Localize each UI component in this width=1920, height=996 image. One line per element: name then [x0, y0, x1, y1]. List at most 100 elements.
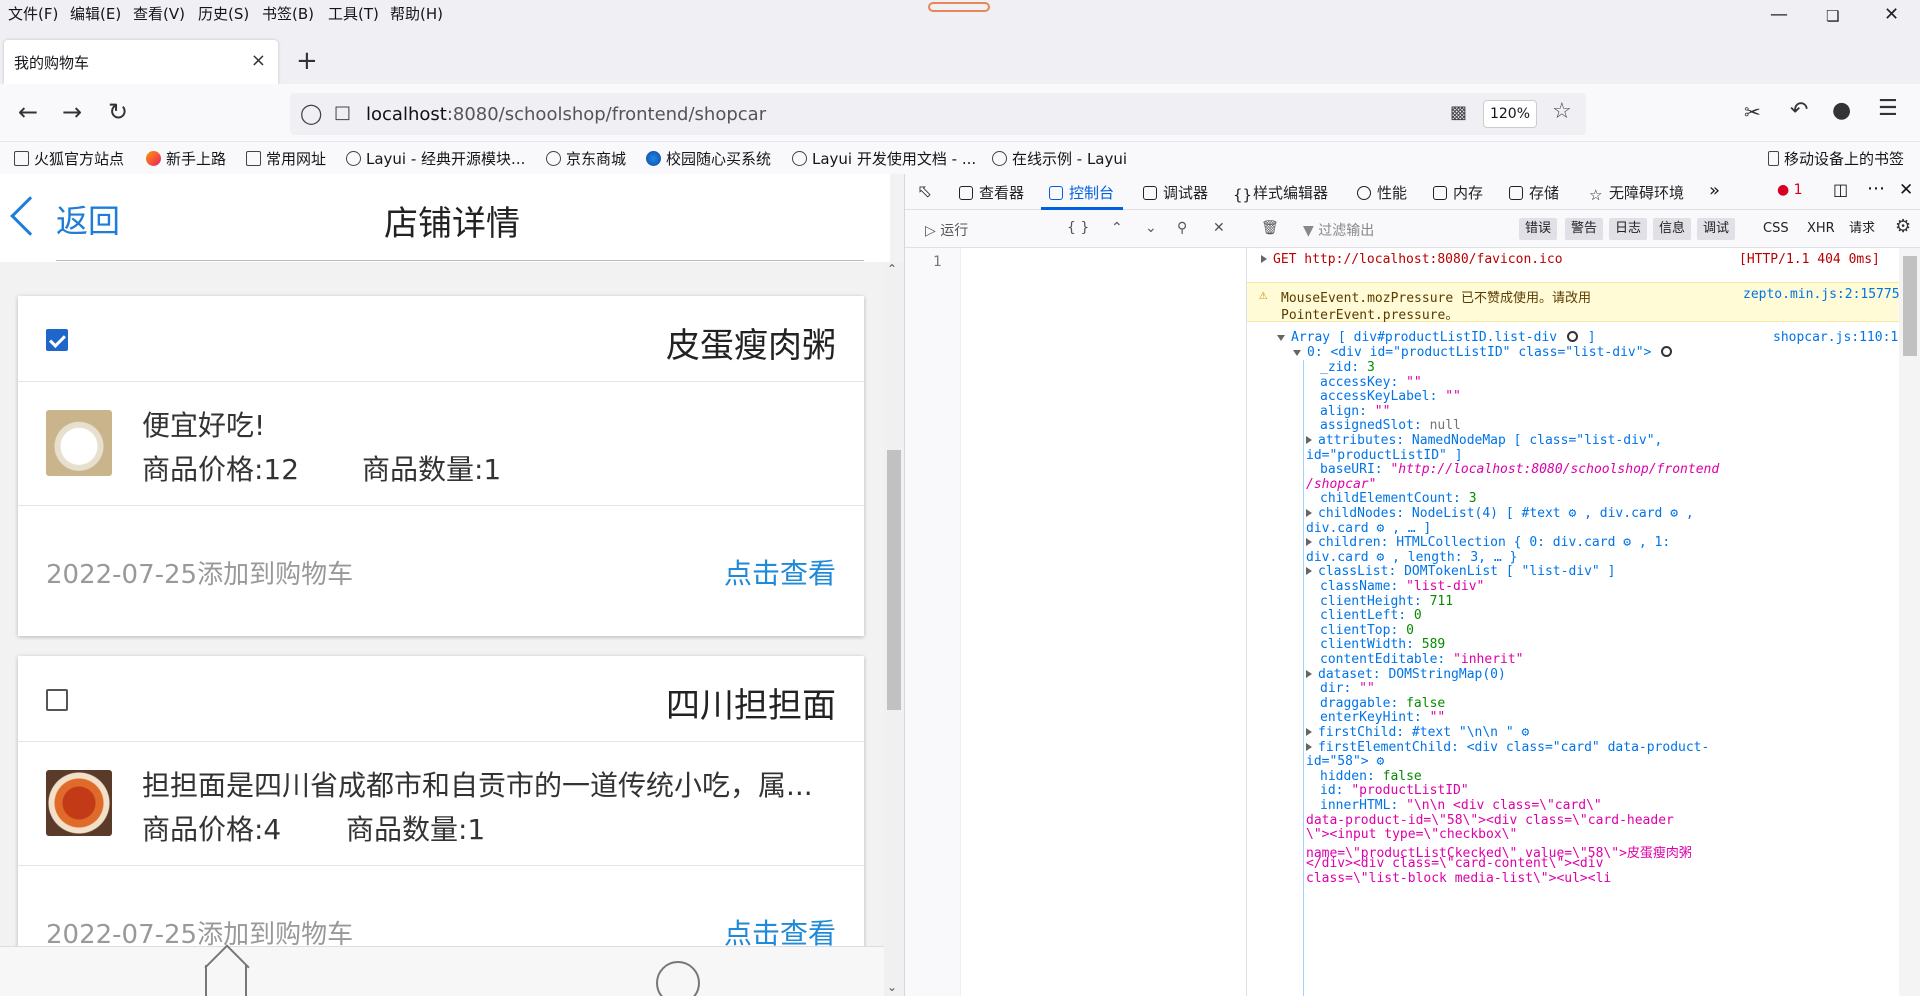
property-line[interactable]: \"><input type=\"checkbox\": [1306, 827, 1517, 842]
undo-icon[interactable]: ↶: [1790, 98, 1808, 123]
property-line[interactable]: enterKeyHint: "": [1320, 710, 1445, 725]
property-line[interactable]: class=\"list-block media-list\"><ul><li: [1306, 871, 1611, 886]
bookmark-item[interactable]: 火狐官方站点: [14, 148, 124, 169]
error-badge[interactable]: ● 1: [1777, 182, 1803, 198]
filter-xhr[interactable]: XHR: [1801, 218, 1841, 240]
expand-icon[interactable]: [1261, 255, 1267, 263]
run-button[interactable]: ▷ 运行: [925, 220, 968, 240]
url-text[interactable]: localhost:8080/schoolshop/frontend/shopc…: [366, 104, 766, 125]
bookmark-item[interactable]: 校园随心买系统: [646, 148, 771, 169]
user-icon[interactable]: [656, 961, 700, 996]
menu-bookmarks[interactable]: 书签(B): [262, 3, 314, 24]
zoom-level[interactable]: 120%: [1483, 100, 1537, 128]
filter-errors[interactable]: 错误: [1519, 218, 1558, 240]
tab-memory[interactable]: 内存: [1433, 182, 1483, 203]
property-line[interactable]: firstChild: #text "\n\n " ⚙: [1306, 725, 1529, 740]
property-line[interactable]: dir: "": [1320, 681, 1375, 696]
menu-edit[interactable]: 编辑(E): [70, 3, 121, 24]
filter-logs[interactable]: 日志: [1609, 218, 1648, 240]
more-options-icon[interactable]: ⋯: [1867, 178, 1885, 199]
property-line[interactable]: clientWidth: 589: [1320, 637, 1445, 652]
property-line[interactable]: childElementCount: 3: [1320, 491, 1477, 506]
product-checkbox[interactable]: [46, 689, 68, 711]
tab-storage[interactable]: 存储: [1509, 182, 1559, 203]
tab-inspector[interactable]: 查看器: [959, 182, 1024, 203]
filter-css[interactable]: CSS: [1757, 218, 1795, 240]
inspect-node-icon[interactable]: [1566, 331, 1578, 342]
page-scrollbar[interactable]: ⌃ ⌄: [884, 262, 904, 996]
menu-tools[interactable]: 工具(T): [328, 3, 379, 24]
node-head-line[interactable]: 0: <div id="productListID" class="list-d…: [1293, 345, 1674, 360]
property-line[interactable]: childNodes: NodeList(4) [ #text ⚙ , div.…: [1306, 506, 1694, 521]
tab-style-editor[interactable]: {}样式编辑器: [1233, 182, 1328, 204]
property-line[interactable]: classList: DOMTokenList [ "list-div" ]: [1306, 564, 1615, 579]
property-line[interactable]: data-product-id=\"58\"><div class=\"card…: [1306, 813, 1674, 828]
window-drag-handle[interactable]: [928, 2, 990, 12]
more-tabs-icon[interactable]: »: [1709, 180, 1720, 201]
prev-icon[interactable]: ⌃: [1111, 220, 1123, 236]
expand-icon[interactable]: [1306, 728, 1312, 736]
expand-icon[interactable]: [1306, 538, 1312, 547]
search-icon[interactable]: ⚲: [1177, 220, 1187, 236]
next-icon[interactable]: ⌄: [1145, 220, 1157, 236]
reload-icon[interactable]: ↻: [108, 98, 128, 126]
network-error-line[interactable]: GET http://localhost:8080/favicon.ico: [1261, 252, 1563, 267]
console-scrollbar-thumb[interactable]: [1903, 256, 1917, 356]
menu-file[interactable]: 文件(F): [8, 3, 58, 24]
property-line[interactable]: baseURI: "http://localhost:8080/schoolsh…: [1320, 462, 1719, 477]
back-arrow-icon[interactable]: ←: [18, 98, 38, 126]
bookmark-item[interactable]: 移动设备上的书签: [1768, 148, 1904, 169]
property-line[interactable]: /shopcar": [1306, 477, 1376, 492]
menu-help[interactable]: 帮助(H): [390, 3, 443, 24]
tab-shopcar[interactable]: 我的购物车 ×: [4, 40, 278, 84]
filter-info[interactable]: 信息: [1653, 218, 1692, 240]
shield-icon[interactable]: ◯: [300, 101, 322, 125]
extension-icon[interactable]: ●: [1832, 98, 1851, 123]
property-line[interactable]: id="productListID" ]: [1306, 448, 1463, 463]
menu-hamburger-icon[interactable]: ☰: [1878, 96, 1898, 121]
property-line[interactable]: div.card ⚙ , … ]: [1306, 521, 1431, 536]
property-line[interactable]: id: "productListID": [1320, 783, 1469, 798]
page-icon[interactable]: □: [334, 102, 351, 123]
property-line[interactable]: </div><div class=\"card-content\"><div: [1306, 856, 1603, 871]
back-chevron-icon[interactable]: [10, 196, 50, 236]
address-bar[interactable]: ◯ □ localhost:8080/schoolshop/frontend/s…: [290, 93, 1586, 135]
console-editor[interactable]: 1: [905, 248, 1247, 996]
array-source-link[interactable]: shopcar.js:110:17: [1773, 330, 1906, 345]
tab-debugger[interactable]: 调试器: [1143, 182, 1208, 203]
property-line[interactable]: contentEditable: "inherit": [1320, 652, 1524, 667]
property-line[interactable]: innerHTML: "\n\n <div class=\"card\": [1320, 798, 1602, 813]
tab-accessibility[interactable]: ☆ 无障碍环境: [1589, 182, 1684, 204]
expand-icon[interactable]: [1306, 436, 1312, 444]
property-line[interactable]: draggable: false: [1320, 696, 1445, 711]
bookmark-item[interactable]: 在线示例 - Layui: [992, 148, 1127, 169]
array-log-line[interactable]: Array [ div#productListID.list-div ]: [1277, 330, 1596, 345]
pick-element-icon[interactable]: ⬁: [917, 181, 932, 202]
property-line[interactable]: align: "": [1320, 404, 1390, 419]
expand-icon[interactable]: [1306, 509, 1312, 517]
property-line[interactable]: dataset: DOMStringMap(0): [1306, 667, 1506, 682]
close-devtools-icon[interactable]: ✕: [1899, 180, 1913, 200]
console-scrollbar[interactable]: [1899, 248, 1920, 996]
property-line[interactable]: accessKeyLabel: "": [1320, 389, 1461, 404]
property-line[interactable]: clientLeft: 0: [1320, 608, 1422, 623]
property-line[interactable]: clientHeight: 711: [1320, 594, 1453, 609]
view-details-link[interactable]: 点击查看: [724, 552, 836, 592]
back-link[interactable]: 返回: [56, 196, 120, 242]
expand-icon[interactable]: [1306, 567, 1312, 576]
product-checkbox[interactable]: [46, 329, 68, 351]
home-icon[interactable]: [205, 965, 247, 996]
bookmark-item[interactable]: 京东商城: [546, 148, 626, 169]
forward-arrow-icon[interactable]: →: [62, 98, 82, 126]
bookmark-star-icon[interactable]: ☆: [1552, 99, 1572, 124]
bookmark-item[interactable]: 新手上路: [146, 148, 226, 169]
property-line[interactable]: hidden: false: [1320, 769, 1422, 784]
property-line[interactable]: firstElementChild: <div class="card" dat…: [1306, 740, 1709, 755]
bookmark-item[interactable]: Layui 开发使用文档 - ...: [792, 148, 976, 169]
tab-console[interactable]: 控制台: [1049, 182, 1114, 203]
expand-icon[interactable]: [1306, 669, 1312, 678]
expand-icon[interactable]: [1306, 742, 1312, 751]
scroll-up-icon[interactable]: ⌃: [887, 262, 897, 276]
property-line[interactable]: div.card ⚙ , length: 3, … }: [1306, 550, 1517, 565]
close-window-icon[interactable]: ✕: [1884, 4, 1899, 25]
